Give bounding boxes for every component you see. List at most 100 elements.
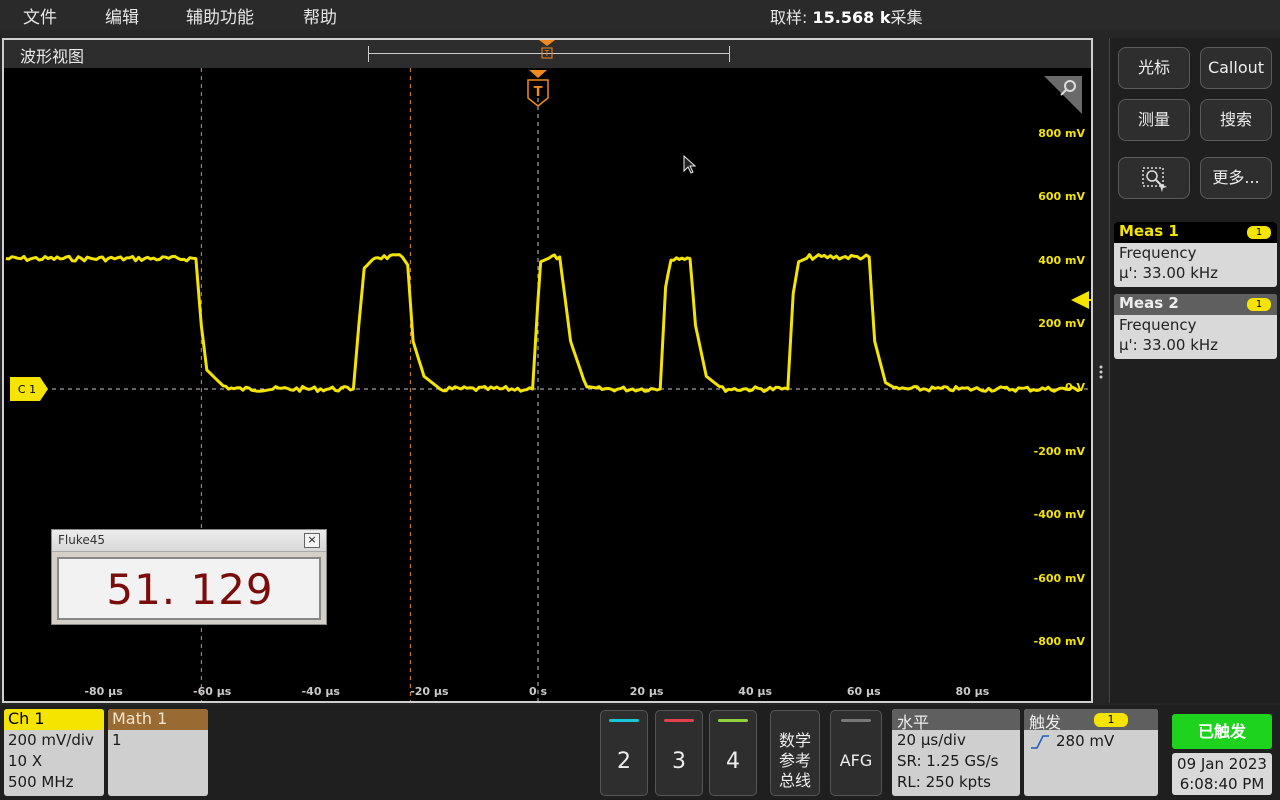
- x-axis-label: 20 µs: [629, 685, 664, 698]
- menu-accessibility[interactable]: 辅助功能: [186, 3, 254, 28]
- zoom-select-button[interactable]: [1118, 157, 1190, 199]
- zoom-icon[interactable]: [1042, 74, 1084, 116]
- acquisition-status: 取样: 15.568 k采集: [770, 4, 922, 28]
- fluke-title: Fluke45: [58, 533, 106, 547]
- channel-1-marker-label: C 1: [18, 383, 36, 396]
- meas-1-title: Meas 1: [1119, 222, 1179, 240]
- acquisition-count: 15.568 k: [812, 8, 891, 27]
- close-icon[interactable]: ×: [304, 533, 320, 548]
- trigger-source-badge: 1: [1094, 713, 1128, 727]
- record-view-bar[interactable]: T: [368, 40, 730, 62]
- channel-4-label: 4: [726, 749, 740, 774]
- channel-1-probe: 10 X: [8, 752, 43, 770]
- acquisition-label: 取样:: [770, 8, 808, 27]
- triggered-status[interactable]: 已触发: [1172, 714, 1272, 749]
- x-axis-label: 40 µs: [738, 685, 773, 698]
- y-axis-label: 800 mV: [1038, 126, 1085, 140]
- fluke-titlebar[interactable]: Fluke45 ×: [52, 530, 326, 552]
- results-panel: 光标 Callout 测量 搜索 更多... Meas 1 1 Frequenc…: [1109, 38, 1280, 703]
- y-axis-label: 400 mV: [1038, 253, 1085, 267]
- channel-2-color: [609, 719, 639, 722]
- svg-text:T: T: [544, 49, 550, 58]
- cursors-button[interactable]: 光标: [1118, 47, 1190, 89]
- svg-text:T: T: [534, 85, 543, 100]
- x-axis-label: 60 µs: [846, 685, 881, 698]
- channel-3-button[interactable]: 3: [655, 710, 703, 796]
- x-axis-label: -20 µs: [410, 685, 449, 698]
- fluke-reading: 51. 129: [106, 565, 274, 614]
- callout-button[interactable]: Callout: [1200, 47, 1272, 89]
- meas-1-badge[interactable]: Meas 1 1 Frequency µ': 33.00 kHz: [1114, 222, 1277, 287]
- date: 09 Jan 2023: [1177, 755, 1267, 773]
- y-axis-label: 200 mV: [1038, 317, 1085, 331]
- trigger-badge[interactable]: 触发 1 280 mV: [1024, 709, 1158, 796]
- bus-label: 总线: [778, 771, 811, 790]
- meas-1-value: µ': 33.00 kHz: [1119, 264, 1219, 282]
- menu-bar: 文件 编辑 辅助功能 帮助 取样: 15.568 k采集: [0, 0, 1280, 30]
- channel-1-bandwidth: 500 MHz: [8, 773, 74, 791]
- y-axis-label: -800 mV: [1033, 635, 1085, 649]
- meas-2-body: Frequency µ': 33.00 kHz: [1114, 315, 1277, 355]
- zoom-select-icon: [1142, 167, 1167, 192]
- x-axis-label: -80 µs: [84, 685, 123, 698]
- meas-2-type: Frequency: [1119, 316, 1197, 334]
- more-button[interactable]: 更多...: [1200, 157, 1272, 199]
- channel-3-label: 3: [672, 749, 686, 774]
- channel-1-badge[interactable]: Ch 1 200 mV/div 10 X 500 MHz: [4, 709, 104, 796]
- horizontal-scale: 20 µs/div: [897, 731, 966, 749]
- y-axis-label: -200 mV: [1033, 444, 1085, 458]
- menu-edit[interactable]: 编辑: [105, 3, 139, 28]
- y-axis-label: -600 mV: [1033, 571, 1085, 585]
- meas-1-type: Frequency: [1119, 244, 1197, 262]
- afg-label: AFG: [839, 751, 873, 770]
- meas-1-body: Frequency µ': 33.00 kHz: [1114, 243, 1277, 283]
- afg-button[interactable]: AFG: [830, 710, 882, 796]
- meas-1-header: Meas 1 1: [1114, 222, 1277, 243]
- channel-2-button[interactable]: 2: [600, 710, 648, 796]
- ref-label: 参考: [778, 751, 811, 770]
- menu-help[interactable]: 帮助: [303, 3, 337, 28]
- x-axis-label: -40 µs: [301, 685, 340, 698]
- settings-bar: Ch 1 200 mV/div 10 X 500 MHz Math 1 1 2 …: [0, 705, 1280, 800]
- math-1-badge[interactable]: Math 1 1: [108, 709, 208, 796]
- search-button[interactable]: 搜索: [1200, 99, 1272, 141]
- fluke-meter-window[interactable]: Fluke45 × 51. 129: [51, 529, 327, 625]
- y-axis-label: -400 mV: [1033, 508, 1085, 522]
- menu-file[interactable]: 文件: [23, 3, 57, 28]
- meas-2-header: Meas 2 1: [1114, 294, 1277, 315]
- horizontal-badge[interactable]: 水平 20 µs/div SR: 1.25 GS/s RL: 250 kpts: [892, 709, 1020, 796]
- trigger-level-marker[interactable]: [1071, 290, 1091, 309]
- meas-2-badge[interactable]: Meas 2 1 Frequency µ': 33.00 kHz: [1114, 294, 1277, 359]
- measure-button[interactable]: 测量: [1118, 99, 1190, 141]
- y-axis-label: 0 V: [1065, 381, 1085, 394]
- channel-1-title: Ch 1: [4, 709, 104, 730]
- channel-4-button[interactable]: 4: [709, 710, 757, 796]
- meas-2-title: Meas 2: [1119, 294, 1179, 312]
- channel-2-label: 2: [617, 749, 631, 774]
- channel-1-marker[interactable]: C 1: [10, 377, 48, 401]
- x-axis-label: 80 µs: [955, 685, 990, 698]
- afg-stripe: [841, 719, 871, 722]
- horizontal-title: 水平: [892, 709, 1020, 732]
- panel-resize-handle[interactable]: [1098, 364, 1104, 380]
- x-axis-label: -60 µs: [193, 685, 232, 698]
- sample-rate: SR: 1.25 GS/s: [897, 752, 999, 770]
- channel-1-trace: [5, 253, 1082, 393]
- math-ref-bus-button[interactable]: 数学 参考 总线: [770, 710, 820, 796]
- x-axis-label: 0 s: [528, 685, 548, 698]
- meas-2-value: µ': 33.00 kHz: [1119, 336, 1219, 354]
- time: 6:08:40 PM: [1179, 775, 1265, 793]
- rising-edge-icon: [1031, 735, 1049, 749]
- math-label: 数学: [778, 731, 811, 750]
- mouse-pointer-icon: [683, 154, 697, 174]
- trigger-level-row: 280 mV: [1024, 730, 1158, 752]
- math-1-value: 1: [112, 731, 122, 749]
- trigger-header: 触发 1: [1024, 709, 1158, 732]
- fluke-display: 51. 129: [57, 557, 321, 620]
- waveform-view-title: 波形视图: [20, 47, 85, 66]
- date-time: 09 Jan 2023 6:08:40 PM: [1172, 753, 1272, 795]
- channel-3-color: [664, 719, 694, 722]
- acquisition-suffix: 采集: [890, 8, 923, 27]
- record-length: RL: 250 kpts: [897, 773, 991, 791]
- record-trigger-icon: T: [539, 40, 555, 59]
